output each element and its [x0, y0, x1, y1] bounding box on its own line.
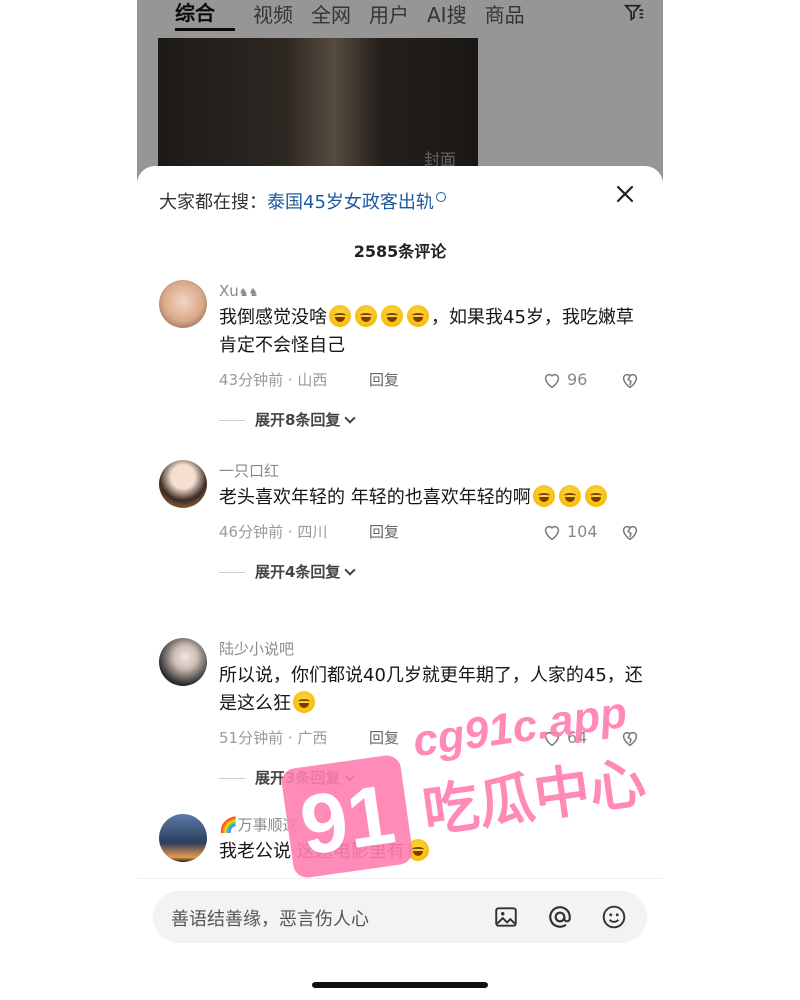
emoji-icon [532, 485, 555, 507]
chevron-down-icon [344, 564, 357, 576]
image-icon[interactable] [493, 904, 519, 930]
comment-author[interactable]: Xu♞♞ [219, 280, 643, 302]
comment-time-location: 46分钟前 · 四川 [219, 523, 328, 541]
emoji-icon [355, 305, 377, 327]
hot-search-prefix: 大家都在搜： [159, 192, 267, 213]
home-indicator[interactable] [312, 982, 488, 988]
emoji-icon [329, 305, 351, 327]
emoji-icon [406, 839, 429, 861]
like-button[interactable]: 64 [541, 724, 587, 752]
comment-input-bar: 善语结善缘，恶言伤人心 [137, 878, 663, 1000]
comment-sheet: 大家都在搜：泰国45岁女政客出轨 2585条评论 Xu♞♞ 我倒感觉没啥 ，如果我… [137, 166, 663, 1000]
hot-search-keyword[interactable]: 泰国45岁女政客出轨 [267, 192, 434, 213]
comment-text: 所以说，你们都说40几岁就更年期了，人家的45，还是这么狂 [219, 665, 643, 714]
hot-search-bar[interactable]: 大家都在搜：泰国45岁女政客出轨 [159, 188, 446, 214]
comment-text: 我倒感觉没啥 ，如果我45岁，我吃嫩草肯定不会怪自己 [219, 305, 634, 356]
like-button[interactable]: 104 [541, 518, 598, 546]
comment-author[interactable]: 陆少小说吧 [219, 638, 643, 660]
heart-icon [544, 525, 560, 541]
chevron-down-icon [344, 770, 357, 782]
like-count: 104 [567, 522, 598, 541]
at-icon[interactable] [547, 904, 573, 930]
like-count: 64 [567, 728, 588, 747]
chevron-down-icon [344, 412, 357, 424]
expand-replies-button[interactable]: 展开8条回复 [219, 408, 643, 432]
expand-replies-button[interactable]: 展开3条回复 [219, 766, 643, 790]
reply-button[interactable]: 回复 [369, 518, 399, 546]
name-badge: ♞♞ [238, 286, 259, 299]
comment-input-placeholder: 善语结善缘，恶言伤人心 [171, 909, 369, 930]
broken-heart-icon[interactable] [619, 521, 641, 543]
comment-time-location: 51分钟前 · 广西 [219, 729, 328, 747]
emoji-icon [584, 485, 607, 507]
like-count: 96 [567, 370, 588, 389]
phone-screen: 综合 视频 全网 用户 AI搜 商品 封面 大家都在搜：泰国45岁女政客出轨 2… [137, 0, 663, 1000]
reply-button[interactable]: 回复 [369, 366, 399, 394]
heart-icon [544, 731, 560, 747]
emoji-icon [293, 691, 315, 713]
reply-button[interactable]: 回复 [369, 724, 399, 752]
search-icon [435, 192, 446, 202]
smiley-icon[interactable] [601, 904, 627, 930]
comment-text: 老头喜欢年轻的 年轻的也喜欢年轻的啊 [219, 484, 643, 512]
comment-text: 我老公说 这题电影里有 [219, 838, 643, 866]
broken-heart-icon[interactable] [619, 369, 641, 391]
comment-time-location: 43分钟前 · 山西 [219, 371, 328, 389]
avatar[interactable] [159, 638, 207, 686]
close-icon[interactable] [613, 182, 637, 206]
expand-replies-button[interactable]: 展开4条回复 [219, 560, 643, 584]
comment-input[interactable]: 善语结善缘，恶言伤人心 [153, 891, 647, 943]
emoji-icon [381, 305, 403, 327]
avatar[interactable] [159, 460, 207, 508]
avatar[interactable] [159, 280, 207, 328]
emoji-icon [407, 305, 429, 327]
like-button[interactable]: 96 [541, 366, 587, 394]
heart-icon [544, 373, 560, 389]
emoji-icon [558, 485, 581, 507]
comment-count: 2585条评论 [353, 242, 447, 261]
comment-author[interactable]: 🌈万事顺遂 [219, 814, 643, 836]
avatar[interactable] [159, 814, 207, 862]
comment-author[interactable]: 一只口红 [219, 460, 643, 482]
broken-heart-icon[interactable] [619, 727, 641, 749]
